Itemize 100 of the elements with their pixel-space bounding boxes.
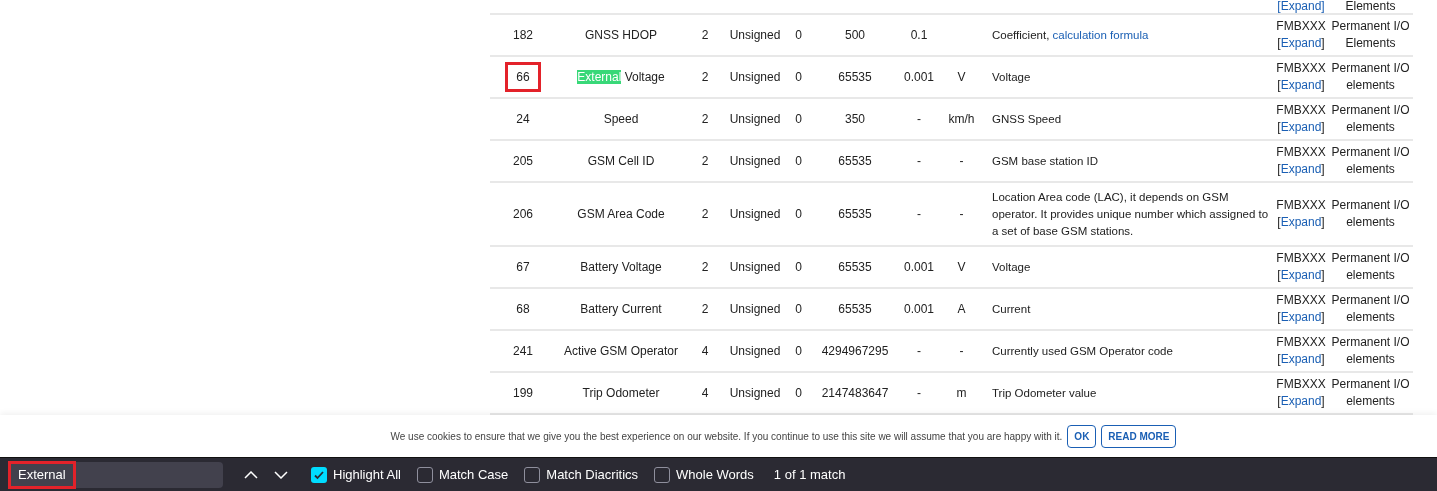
group-cell: Elements [1345, 0, 1396, 13]
expand-link[interactable]: [Expand] [1277, 77, 1325, 94]
checkbox[interactable] [524, 466, 541, 483]
min-cell-text: 0 [795, 343, 802, 360]
description-cell-text: Location Area code (LAC), it depends on GSM operator. It provides unique number which assigned to a set of base GSM stations. [992, 189, 1270, 239]
expand-link[interactable]: [Expand] [1277, 214, 1325, 231]
description-cell-text: Coefficient, calculation formula [992, 27, 1149, 43]
name-cell-text: GSM Cell ID [587, 153, 655, 170]
units-cell-text: km/h [948, 111, 975, 128]
option-label[interactable]: Match Case [438, 464, 509, 485]
units-cell-text: - [959, 343, 964, 360]
max-cell-text: 65535 [838, 206, 872, 223]
min-cell-text: 0 [795, 69, 802, 86]
min-cell-text: 0 [795, 153, 802, 170]
model-cell: FMBXXX [1276, 334, 1326, 351]
description-cell-text: Trip Odometer value [992, 385, 1097, 401]
expand-link[interactable]: [Expand] [1277, 0, 1325, 13]
id-cell-text: 24 [515, 111, 531, 128]
multiplier-cell-text: - [917, 206, 921, 223]
model-cell: FMBXXX [1276, 144, 1326, 161]
multiplier-cell-text: 0.001 [904, 69, 934, 86]
type-cell-text: Unsigned [729, 153, 781, 170]
read-more-button[interactable]: READ MORE [1101, 424, 1177, 448]
description-cell-text: Currently used GSM Operator code [992, 343, 1173, 359]
units-cell-text: m [956, 385, 967, 402]
name-cell-text: Battery Current [580, 301, 662, 318]
max-cell-text: 65535 [838, 153, 872, 170]
model-cell: FMBXXX [1276, 376, 1326, 393]
ok-button[interactable]: OK [1067, 424, 1097, 448]
max-cell-text: 65535 [838, 69, 872, 86]
id-cell-text: 241 [512, 343, 534, 360]
group-cell-text: Permanent I/O elements [1330, 292, 1411, 326]
group-cell-text: Permanent I/O Elements [1330, 18, 1411, 52]
expand-link[interactable]: [Expand] [1277, 393, 1325, 410]
size-cell-text: 2 [701, 206, 709, 223]
multiplier-cell-text: 0.001 [904, 301, 934, 318]
max-cell-text: 4294967295 [821, 343, 889, 360]
units-cell-text: - [959, 153, 964, 170]
min-cell-text: 0 [795, 301, 802, 318]
option-label[interactable]: Whole Words [676, 464, 754, 485]
id-cell: 66 [505, 62, 541, 92]
chevron-down-icon [274, 470, 288, 479]
description-cell-text: Voltage [992, 259, 1031, 275]
description-cell-text: GNSS Speed [992, 111, 1062, 127]
size-cell-text: 2 [701, 301, 709, 318]
min-cell-text: 0 [795, 385, 802, 402]
name-cell-text: Speed [603, 111, 639, 128]
group-cell-text: Permanent I/O elements [1330, 102, 1411, 136]
max-cell-text: 350 [845, 111, 865, 128]
checkbox[interactable] [311, 466, 327, 483]
option-label[interactable]: Highlight All [333, 464, 401, 485]
id-cell-text: 206 [512, 206, 534, 223]
max-cell-text: 500 [845, 27, 865, 44]
min-cell-text: 0 [795, 259, 802, 276]
checkbox[interactable] [654, 466, 671, 483]
group-cell-text: Permanent I/O elements [1330, 376, 1411, 410]
type-cell-text: Unsigned [729, 69, 781, 86]
min-cell-text: 0 [795, 111, 802, 128]
units-cell-text: V [957, 259, 966, 276]
option-label[interactable]: Match Diacritics [546, 464, 639, 485]
size-cell-text: 2 [701, 27, 709, 44]
expand-link[interactable]: [Expand] [1277, 351, 1325, 368]
id-cell-text: 182 [512, 27, 534, 44]
multiplier-cell-text: - [917, 111, 921, 128]
model-cell: FMBXXX [1276, 250, 1326, 267]
expand-link[interactable]: [Expand] [1277, 309, 1325, 326]
group-cell-text: Permanent I/O elements [1330, 60, 1411, 94]
id-cell-text: 199 [512, 385, 534, 402]
expand-link[interactable]: [Expand] [1277, 119, 1325, 136]
type-cell-text: Unsigned [729, 385, 781, 402]
name-cell-text: External Voltage [577, 69, 665, 86]
expand-link[interactable]: [Expand] [1277, 35, 1325, 52]
name-cell-text: Trip Odometer [582, 385, 660, 402]
name-cell-text: GNSS HDOP [585, 27, 657, 44]
group-cell-text: Permanent I/O elements [1330, 197, 1411, 231]
model-cell: FMBXXX [1276, 292, 1326, 309]
size-cell-text: 2 [701, 259, 709, 276]
formula-link[interactable]: calculation formula [1052, 28, 1149, 41]
match-count: 1 of 1 match [773, 465, 846, 484]
type-cell-text: Unsigned [729, 27, 781, 44]
find-field[interactable]: External [8, 461, 223, 488]
id-cell-text: 205 [512, 153, 534, 170]
chevron-up-icon [244, 470, 258, 479]
min-cell-text: 0 [795, 206, 802, 223]
model-cell: FMBXXX [1276, 102, 1326, 119]
size-cell-text: 2 [701, 153, 709, 170]
checkbox[interactable] [416, 466, 433, 483]
model-cell: FMBXXX [1276, 18, 1326, 35]
max-cell-text: 2147483647 [821, 385, 889, 402]
multiplier-cell-text: - [917, 385, 921, 402]
expand-link[interactable]: [Expand] [1277, 161, 1325, 178]
expand-link[interactable]: [Expand] [1277, 267, 1325, 284]
multiplier-cell-text: 0.001 [904, 259, 934, 276]
description-cell-text: Voltage [992, 69, 1031, 85]
group-cell-text: Permanent I/O elements [1330, 250, 1411, 284]
name-cell-text: Active GSM Operator [563, 343, 678, 360]
description-cell-text: Current [992, 301, 1031, 317]
size-cell-text: 4 [701, 385, 709, 402]
multiplier-cell-text: - [917, 153, 921, 170]
size-cell-text: 4 [701, 343, 709, 360]
